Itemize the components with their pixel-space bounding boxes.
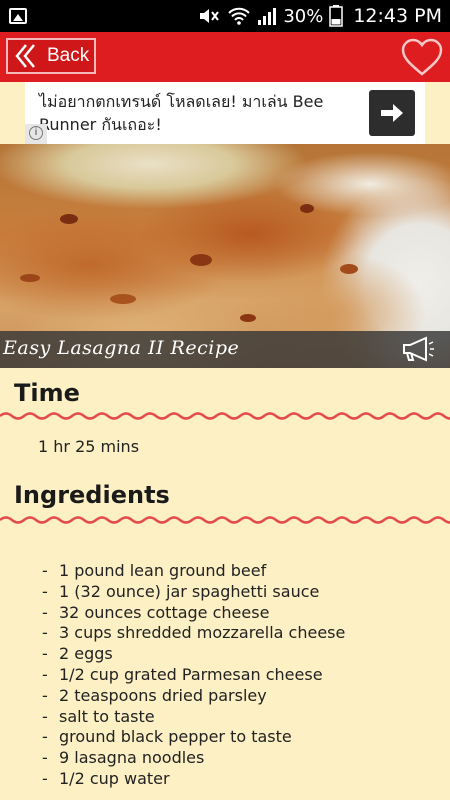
double-chevron-left-icon — [15, 44, 35, 68]
time-heading: Time — [14, 379, 80, 407]
ingredient-item: -2 teaspoons dried parsley — [42, 685, 267, 705]
section-divider — [0, 412, 450, 420]
time-value: 1 hr 25 mins — [38, 437, 140, 456]
heart-icon[interactable] — [400, 37, 444, 77]
battery-percent: 30% — [283, 5, 324, 27]
ingredient-item: - salt to taste — [42, 706, 155, 726]
battery-icon — [329, 5, 344, 27]
wifi-icon — [228, 7, 251, 25]
status-bar: 30% 12:43 PM — [0, 0, 450, 32]
back-label: Back — [47, 45, 90, 66]
ingredient-item: -1 (32 ounce) jar spaghetti sauce — [42, 581, 320, 601]
ingredient-list: -1 pound lean ground beef -1 (32 ounce) … — [42, 561, 345, 790]
recipe-title-bar: Easy Lasagna II Recipe — [0, 331, 450, 368]
mute-icon — [200, 9, 220, 23]
ingredient-item: -2 eggs — [42, 644, 113, 664]
ingredient-item: -1 pound lean ground beef — [42, 561, 267, 580]
arrow-right-icon — [381, 104, 403, 122]
ingredient-item: -1/2 cup grated Parmesan cheese — [42, 664, 323, 684]
signal-icon — [258, 8, 277, 25]
ingredients-heading: Ingredients — [14, 481, 170, 509]
gallery-icon — [9, 8, 27, 24]
back-button[interactable]: Back — [6, 38, 96, 74]
ingredient-item: -1/2 cup water — [42, 768, 170, 788]
ad-arrow-button[interactable] — [369, 90, 415, 136]
megaphone-icon[interactable] — [400, 335, 436, 363]
ad-text[interactable]: ไม่อยากตกเทรนด์ โหลดเลย! มาเล่น Bee Runn… — [39, 90, 369, 136]
ingredient-item: -3 cups shredded mozzarella cheese — [42, 623, 346, 643]
ad-banner[interactable]: ไม่อยากตกเทรนด์ โหลดเลย! มาเล่น Bee Runn… — [25, 82, 425, 144]
ingredient-item: -32 ounces cottage cheese — [42, 602, 270, 622]
ingredient-item: -9 lasagna noodles — [42, 748, 205, 768]
clock: 12:43 PM — [353, 5, 442, 27]
info-icon[interactable]: i — [25, 124, 47, 144]
section-divider — [0, 516, 450, 524]
recipe-title: Easy Lasagna II Recipe — [3, 337, 240, 359]
app-header: Back — [0, 32, 450, 82]
ingredient-item: - ground black pepper to taste — [42, 727, 292, 747]
